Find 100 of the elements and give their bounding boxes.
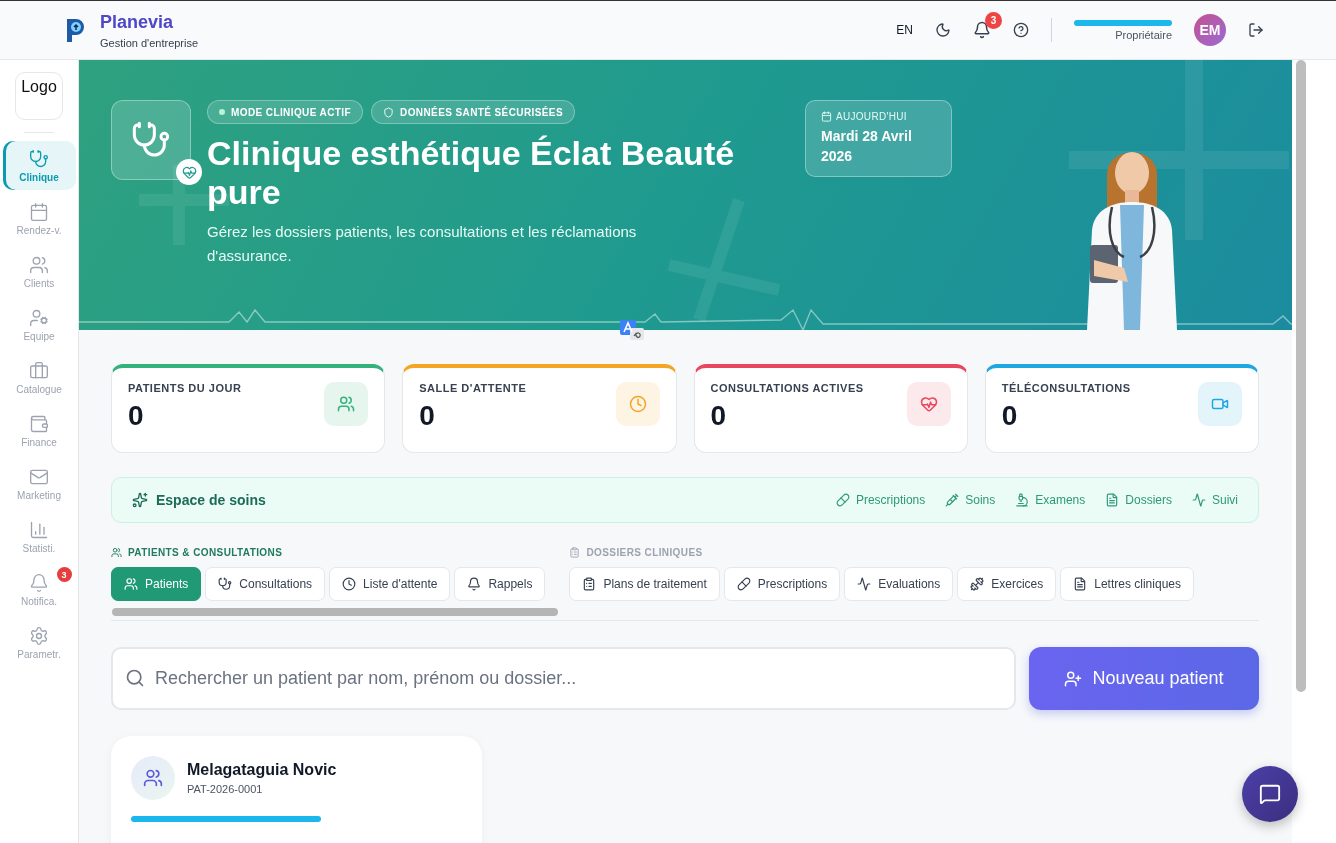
date-text: Mardi 28 Avril 2026 xyxy=(821,127,913,166)
brand-name: Planevia xyxy=(100,11,175,33)
search-icon xyxy=(125,668,145,688)
sidebar-item[interactable]: Rendez-v. xyxy=(2,194,76,243)
clinic-title: Clinique esthétique Éclat Beauté pure xyxy=(207,134,736,212)
users-icon xyxy=(124,577,138,591)
settings-icon xyxy=(29,625,49,646)
brand-tagline: Gestion d'entreprise xyxy=(100,36,199,49)
tab[interactable]: Plans de traitement xyxy=(569,567,720,601)
sparkles-icon xyxy=(132,492,148,508)
stat-value: 0 xyxy=(710,400,728,432)
tab[interactable]: Liste d'attente xyxy=(329,567,451,601)
chat-icon xyxy=(1259,783,1281,805)
status-dot xyxy=(219,109,225,115)
sidebar-item[interactable]: Clinique xyxy=(2,141,76,190)
tab[interactable]: Prescriptions xyxy=(723,567,841,601)
stat-value: 0 xyxy=(419,400,436,432)
clipboard-icon xyxy=(582,577,597,591)
clock-icon xyxy=(342,577,357,591)
pill-icon xyxy=(736,577,751,591)
bell-icon[interactable] xyxy=(973,21,991,39)
shield-icon xyxy=(383,106,394,118)
care-link[interactable]: Suivi xyxy=(1192,493,1238,507)
notification-badge: 3 xyxy=(985,12,1002,29)
sidebar-item[interactable]: Marketing xyxy=(2,459,76,508)
clinic-subtitle: Gérez les dossiers patients, les consultations et les réclamations d'assurance. xyxy=(207,222,638,266)
stat-value: 0 xyxy=(1001,400,1019,432)
moon-icon[interactable] xyxy=(935,22,951,38)
heart-pulse-icon xyxy=(906,382,951,426)
stat-label: PATIENTS DU JOUR xyxy=(128,382,242,394)
pulse-line-icon xyxy=(857,577,872,591)
translate-icon[interactable] xyxy=(620,320,646,340)
care-link[interactable]: Dossiers xyxy=(1105,493,1172,507)
language-button[interactable]: EN xyxy=(896,23,913,37)
clock-icon xyxy=(615,382,660,426)
user-plus-icon xyxy=(1064,669,1083,688)
chat-button[interactable] xyxy=(1242,766,1298,822)
stethoscope-icon xyxy=(218,577,233,591)
status-chip: DONNÉES SANTÉ SÉCURISÉES xyxy=(371,100,575,124)
search-field[interactable]: Rechercher un patient par nom, prénom ou dossier... xyxy=(111,647,1016,710)
patient-card[interactable]: Melagataguia Novic PAT-2026-0001 xyxy=(111,736,482,843)
microscope-icon xyxy=(1015,493,1030,507)
stat-label: TÉLÉCONSULTATIONS xyxy=(1001,382,1131,394)
calendar-icon xyxy=(29,201,49,222)
tab[interactable]: Lettres cliniques xyxy=(1060,567,1194,601)
stethoscope-icon xyxy=(29,148,49,169)
pill-icon xyxy=(835,493,850,507)
users-icon xyxy=(29,254,49,275)
heart-pulse-icon xyxy=(176,159,202,185)
stat-label: SALLE D'ATTENTE xyxy=(419,382,527,394)
care-title: Espace de soins xyxy=(156,492,266,508)
sidebar-item[interactable]: Equipe xyxy=(2,300,76,349)
care-link[interactable]: Soins xyxy=(945,493,996,507)
stat-label: CONSULTATIONS ACTIVES xyxy=(710,382,864,394)
wallet-icon xyxy=(29,413,49,434)
patient-id: PAT-2026-0001 xyxy=(187,783,264,795)
sidebar-item[interactable]: Notifica. 3 xyxy=(2,565,76,614)
scrollbar-thumb[interactable] xyxy=(1296,60,1306,692)
briefcase-icon xyxy=(29,360,49,381)
tab-group-label: DOSSIERS CLINIQUES xyxy=(586,547,703,558)
stat-value: 0 xyxy=(128,400,145,432)
notification-badge: 3 xyxy=(56,567,72,582)
sidebar-item[interactable]: Catalogue xyxy=(2,353,76,402)
dumbbell-icon xyxy=(970,577,985,591)
clipboard-icon xyxy=(569,547,581,558)
help-icon[interactable] xyxy=(1013,22,1029,38)
tab-group-label: PATIENTS & CONSULTATIONS xyxy=(128,547,283,558)
sidebar-item[interactable]: Finance xyxy=(2,406,76,455)
logout-icon[interactable] xyxy=(1248,22,1264,38)
document-icon xyxy=(1105,493,1120,507)
tab[interactable]: Rappels xyxy=(454,567,546,601)
syringe-icon xyxy=(945,493,960,507)
tab[interactable]: Consultations xyxy=(205,567,326,601)
bell-icon xyxy=(467,577,482,591)
calendar-icon xyxy=(821,111,832,122)
users-icon xyxy=(324,382,369,426)
sidebar-item[interactable]: Clients xyxy=(2,247,76,296)
tab[interactable]: Evaluations xyxy=(844,567,954,601)
logo: Logo xyxy=(15,72,63,120)
sidebar-item[interactable]: Statisti. xyxy=(2,512,76,561)
pulse-line-icon xyxy=(1192,493,1206,507)
sidebar-item[interactable]: Parametr. xyxy=(2,618,76,667)
bar-chart-icon xyxy=(29,519,49,540)
new-patient-button[interactable]: Nouveau patient xyxy=(1029,647,1259,710)
planevia-logo xyxy=(64,16,86,44)
patient-name: Melagataguia Novic xyxy=(187,761,337,779)
tab[interactable]: Exercices xyxy=(957,567,1057,601)
date-label: AUJOURD'HUI xyxy=(821,111,936,122)
user-role: Propriétaire xyxy=(1115,28,1172,41)
user-gear-icon xyxy=(29,307,49,328)
user-avatar[interactable]: EM xyxy=(1194,14,1226,46)
video-icon xyxy=(1198,382,1242,426)
care-link[interactable]: Prescriptions xyxy=(835,493,926,507)
users-icon xyxy=(131,756,175,800)
users-icon xyxy=(111,547,122,558)
scrollbar-thumb[interactable] xyxy=(112,608,558,616)
care-link[interactable]: Examens xyxy=(1015,493,1086,507)
document-icon xyxy=(1073,577,1088,591)
status-chip: MODE CLINIQUE ACTIF xyxy=(207,100,363,124)
tab[interactable]: Patients xyxy=(111,567,202,601)
